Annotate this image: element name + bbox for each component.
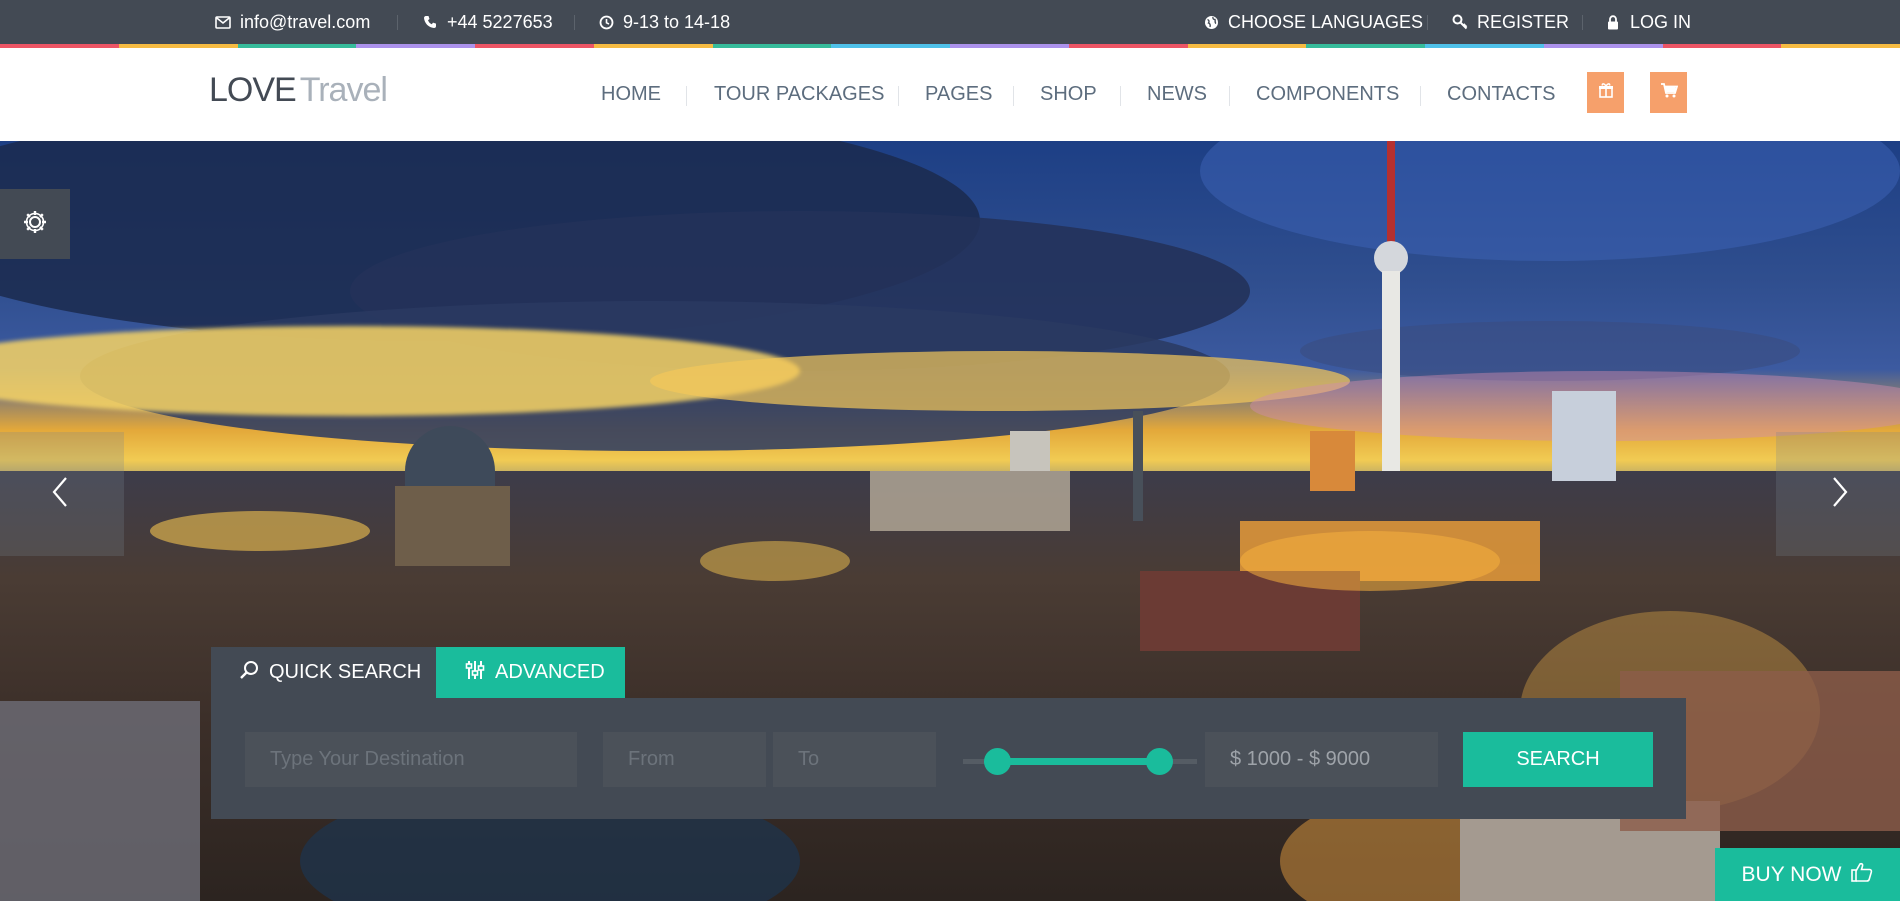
price-slider-max-handle[interactable]	[1146, 748, 1173, 775]
settings-toggle[interactable]	[0, 189, 70, 259]
divider	[574, 15, 575, 30]
register-text: REGISTER	[1477, 11, 1570, 32]
destination-input[interactable]	[245, 732, 577, 787]
nav-divider	[686, 86, 687, 106]
globe-icon	[1203, 14, 1219, 30]
register-link[interactable]: REGISTER	[1452, 0, 1569, 44]
login-text: LOG IN	[1630, 11, 1692, 32]
nav-pages[interactable]: PAGES	[925, 83, 992, 106]
logo-primary: LOVE	[209, 71, 297, 109]
gift-icon	[1598, 82, 1614, 103]
price-range-display: $ 1000 - $ 9000	[1205, 732, 1438, 787]
price-slider-min-handle[interactable]	[984, 748, 1011, 775]
lock-icon	[1605, 14, 1621, 30]
nav-components[interactable]: COMPONENTS	[1256, 83, 1399, 106]
nav-divider	[1420, 86, 1421, 106]
email-text: info@travel.com	[240, 11, 371, 32]
phone-link[interactable]: +44 5227653	[422, 0, 553, 44]
tab-advanced-label: ADVANCED	[495, 661, 605, 683]
nav-divider	[1013, 86, 1014, 106]
clock-icon	[598, 14, 614, 30]
divider	[397, 15, 398, 30]
gear-icon	[22, 209, 48, 240]
hours-text: 9-13 to 14-18	[623, 11, 731, 32]
logo-secondary: Travel	[299, 71, 388, 109]
phone-text: +44 5227653	[447, 11, 553, 32]
price-slider-range	[997, 758, 1159, 765]
divider	[1582, 15, 1583, 30]
slider-prev-button[interactable]	[0, 432, 124, 556]
key-icon	[1452, 14, 1468, 30]
divider	[1427, 15, 1428, 30]
thumbs-up-icon	[1851, 862, 1873, 888]
slider-next-button[interactable]	[1776, 432, 1900, 556]
search-button[interactable]: SEARCH	[1463, 732, 1653, 787]
buy-now-button[interactable]: BUY NOW	[1715, 848, 1900, 901]
date-to-input[interactable]	[773, 732, 936, 787]
nav-news[interactable]: NEWS	[1147, 83, 1207, 106]
date-from-input[interactable]	[603, 732, 766, 787]
hours-info: 9-13 to 14-18	[598, 0, 730, 44]
cart-icon	[1660, 82, 1678, 103]
tab-quick-search[interactable]: QUICK SEARCH	[211, 647, 436, 698]
main-header: LOVE Travel HOME TOUR PACKAGES PAGES SHOP…	[0, 48, 1900, 141]
chevron-left-icon	[52, 476, 68, 513]
tab-quick-search-label: QUICK SEARCH	[269, 661, 422, 683]
nav-contacts[interactable]: CONTACTS	[1447, 83, 1556, 106]
gift-button[interactable]	[1587, 72, 1624, 113]
envelope-icon	[215, 14, 231, 30]
tab-advanced[interactable]: ADVANCED	[436, 647, 625, 698]
nav-divider	[1120, 86, 1121, 106]
choose-languages-link[interactable]: CHOOSE LANGUAGES	[1203, 0, 1423, 44]
top-bar: info@travel.com +44 5227653 9-13 to 14-1…	[0, 0, 1900, 44]
phone-icon	[422, 14, 438, 30]
sliders-icon	[465, 660, 485, 686]
choose-languages-text: CHOOSE LANGUAGES	[1228, 11, 1424, 32]
cart-button[interactable]	[1650, 72, 1687, 113]
nav-home[interactable]: HOME	[601, 83, 661, 106]
nav-divider	[1229, 86, 1230, 106]
site-logo[interactable]: LOVE Travel	[209, 71, 388, 110]
search-icon	[239, 660, 259, 686]
login-link[interactable]: LOG IN	[1605, 0, 1691, 44]
search-panel: $ 1000 - $ 9000 SEARCH	[211, 698, 1686, 819]
nav-divider	[898, 86, 899, 106]
chevron-right-icon	[1832, 476, 1848, 513]
nav-shop[interactable]: SHOP	[1040, 83, 1097, 106]
email-link[interactable]: info@travel.com	[215, 0, 370, 44]
nav-tour-packages[interactable]: TOUR PACKAGES	[714, 83, 884, 106]
buy-now-label: BUY NOW	[1741, 862, 1842, 886]
